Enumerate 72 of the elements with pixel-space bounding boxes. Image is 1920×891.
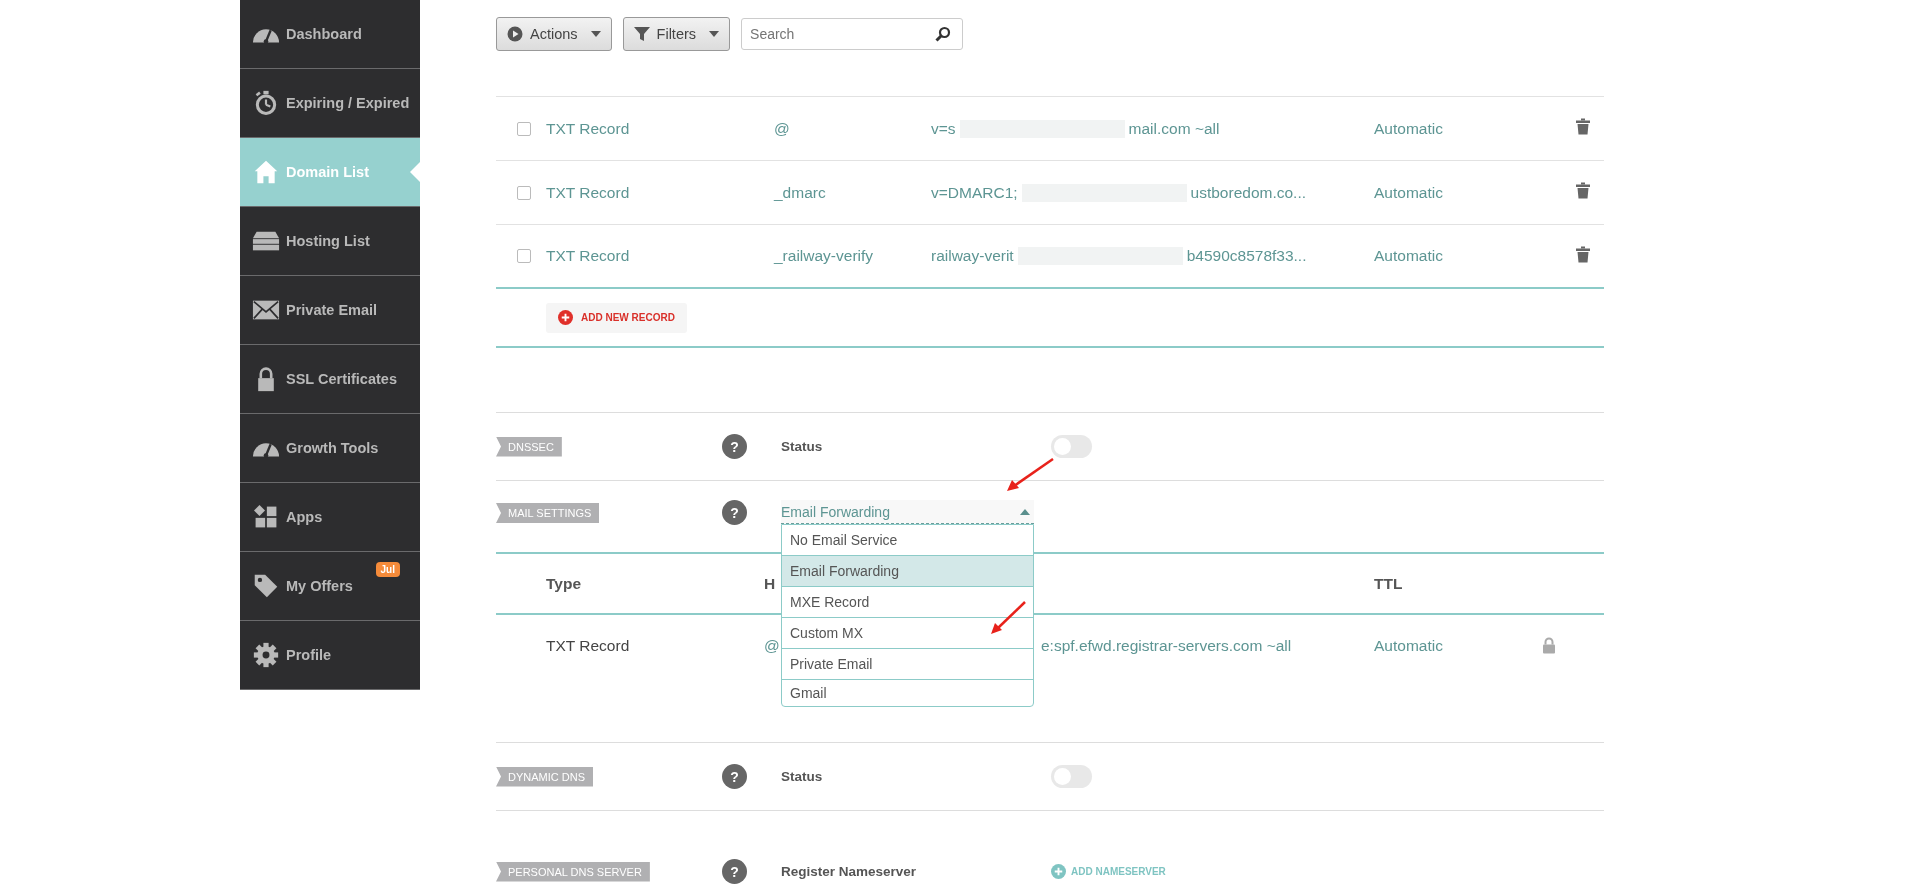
section-tag: DYNAMIC DNS — [496, 766, 593, 787]
record-value: railway-verit — [931, 247, 1014, 265]
search-icon — [935, 26, 952, 42]
record-ttl: Automatic — [1374, 247, 1444, 265]
caret-icon — [709, 31, 720, 37]
record-value: b4590c8578f33... — [1186, 247, 1307, 265]
record-host: _railway-verify — [774, 247, 875, 265]
plus-circle-icon — [1051, 864, 1066, 879]
record-type: TXT Record — [546, 247, 631, 265]
sidebar-item[interactable]: Hosting List — [240, 207, 420, 276]
actions-button[interactable]: Actions — [496, 17, 612, 51]
column-header: H — [764, 574, 777, 593]
gear-icon — [252, 642, 280, 668]
field-label: Status — [781, 439, 824, 454]
help-icon[interactable]: ? — [722, 859, 747, 884]
record-value: mail.com ~all — [1128, 119, 1220, 138]
column-header: Type — [546, 574, 583, 593]
record-type: TXT Record — [546, 637, 631, 655]
play-icon — [507, 26, 523, 42]
annotation-arrow — [990, 601, 1026, 635]
field-label: Status — [781, 769, 824, 784]
record-type: TXT Record — [546, 119, 631, 138]
sidebar-item[interactable]: Profile — [240, 621, 420, 690]
funnel-icon — [633, 26, 650, 42]
record-host: @ — [764, 637, 781, 655]
sidebar-item[interactable]: Private Email — [240, 276, 420, 345]
help-icon[interactable]: ? — [722, 500, 747, 525]
help-icon[interactable]: ? — [722, 764, 747, 789]
pointer-icon — [410, 162, 420, 182]
search-field[interactable]: Search — [741, 18, 964, 50]
lock-icon — [1542, 637, 1556, 654]
caret-icon — [590, 31, 601, 37]
plus-circle-icon — [558, 310, 573, 325]
trash-icon[interactable] — [1576, 182, 1590, 199]
dropdown-option[interactable]: Private Email — [782, 649, 1033, 680]
checkbox[interactable] — [517, 185, 531, 200]
section-tag: MAIL SETTINGS — [496, 503, 600, 523]
sidebar-item[interactable]: Growth Tools — [240, 414, 420, 483]
sidebar-item[interactable]: Apps — [240, 483, 420, 552]
record-ttl: Automatic — [1374, 183, 1444, 202]
caret-icon — [1020, 508, 1030, 515]
column-header: TTL — [1374, 574, 1404, 593]
field-label: Register Nameserver — [781, 864, 918, 879]
checkbox[interactable] — [517, 121, 531, 136]
dropdown-option[interactable]: Gmail — [782, 680, 1033, 706]
record-host: @ — [774, 119, 791, 138]
record-value: ustboredom.co... — [1190, 183, 1306, 202]
help-icon[interactable]: ? — [722, 434, 747, 459]
trash-icon[interactable] — [1576, 245, 1590, 263]
dropdown-option[interactable]: MXE Record — [782, 587, 1033, 618]
annotation-arrow — [1006, 458, 1054, 492]
toggle-switch[interactable] — [1051, 435, 1092, 458]
sidebar-item[interactable]: Dashboard — [240, 0, 420, 69]
sidebar-item[interactable]: SSL Certificates — [240, 345, 420, 414]
record-ttl: Automatic — [1374, 119, 1444, 138]
dropdown-option[interactable]: Email Forwarding — [782, 556, 1033, 587]
add-record-button[interactable]: ADD NEW RECORD — [546, 302, 687, 333]
record-value: e:spf.efwd.registrar-servers.com ~all — [1040, 637, 1293, 655]
badge: Jul — [375, 562, 400, 577]
checkbox[interactable] — [517, 249, 531, 263]
section-tag: DNSSEC — [496, 436, 562, 457]
record-value: v=DMARC1; — [931, 183, 1018, 202]
record-value: v=s — [931, 119, 956, 138]
house-icon — [252, 159, 280, 185]
record-type: TXT Record — [546, 183, 631, 202]
filters-button[interactable]: Filters — [622, 17, 731, 51]
section-tag: PERSONAL DNS SERVER — [496, 861, 650, 882]
tag-icon — [252, 573, 280, 599]
record-host: _dmarc — [774, 183, 827, 202]
record-ttl: Automatic — [1374, 637, 1444, 655]
trash-icon[interactable] — [1576, 118, 1590, 135]
sidebar-item[interactable]: My Offers Jul — [240, 552, 420, 621]
